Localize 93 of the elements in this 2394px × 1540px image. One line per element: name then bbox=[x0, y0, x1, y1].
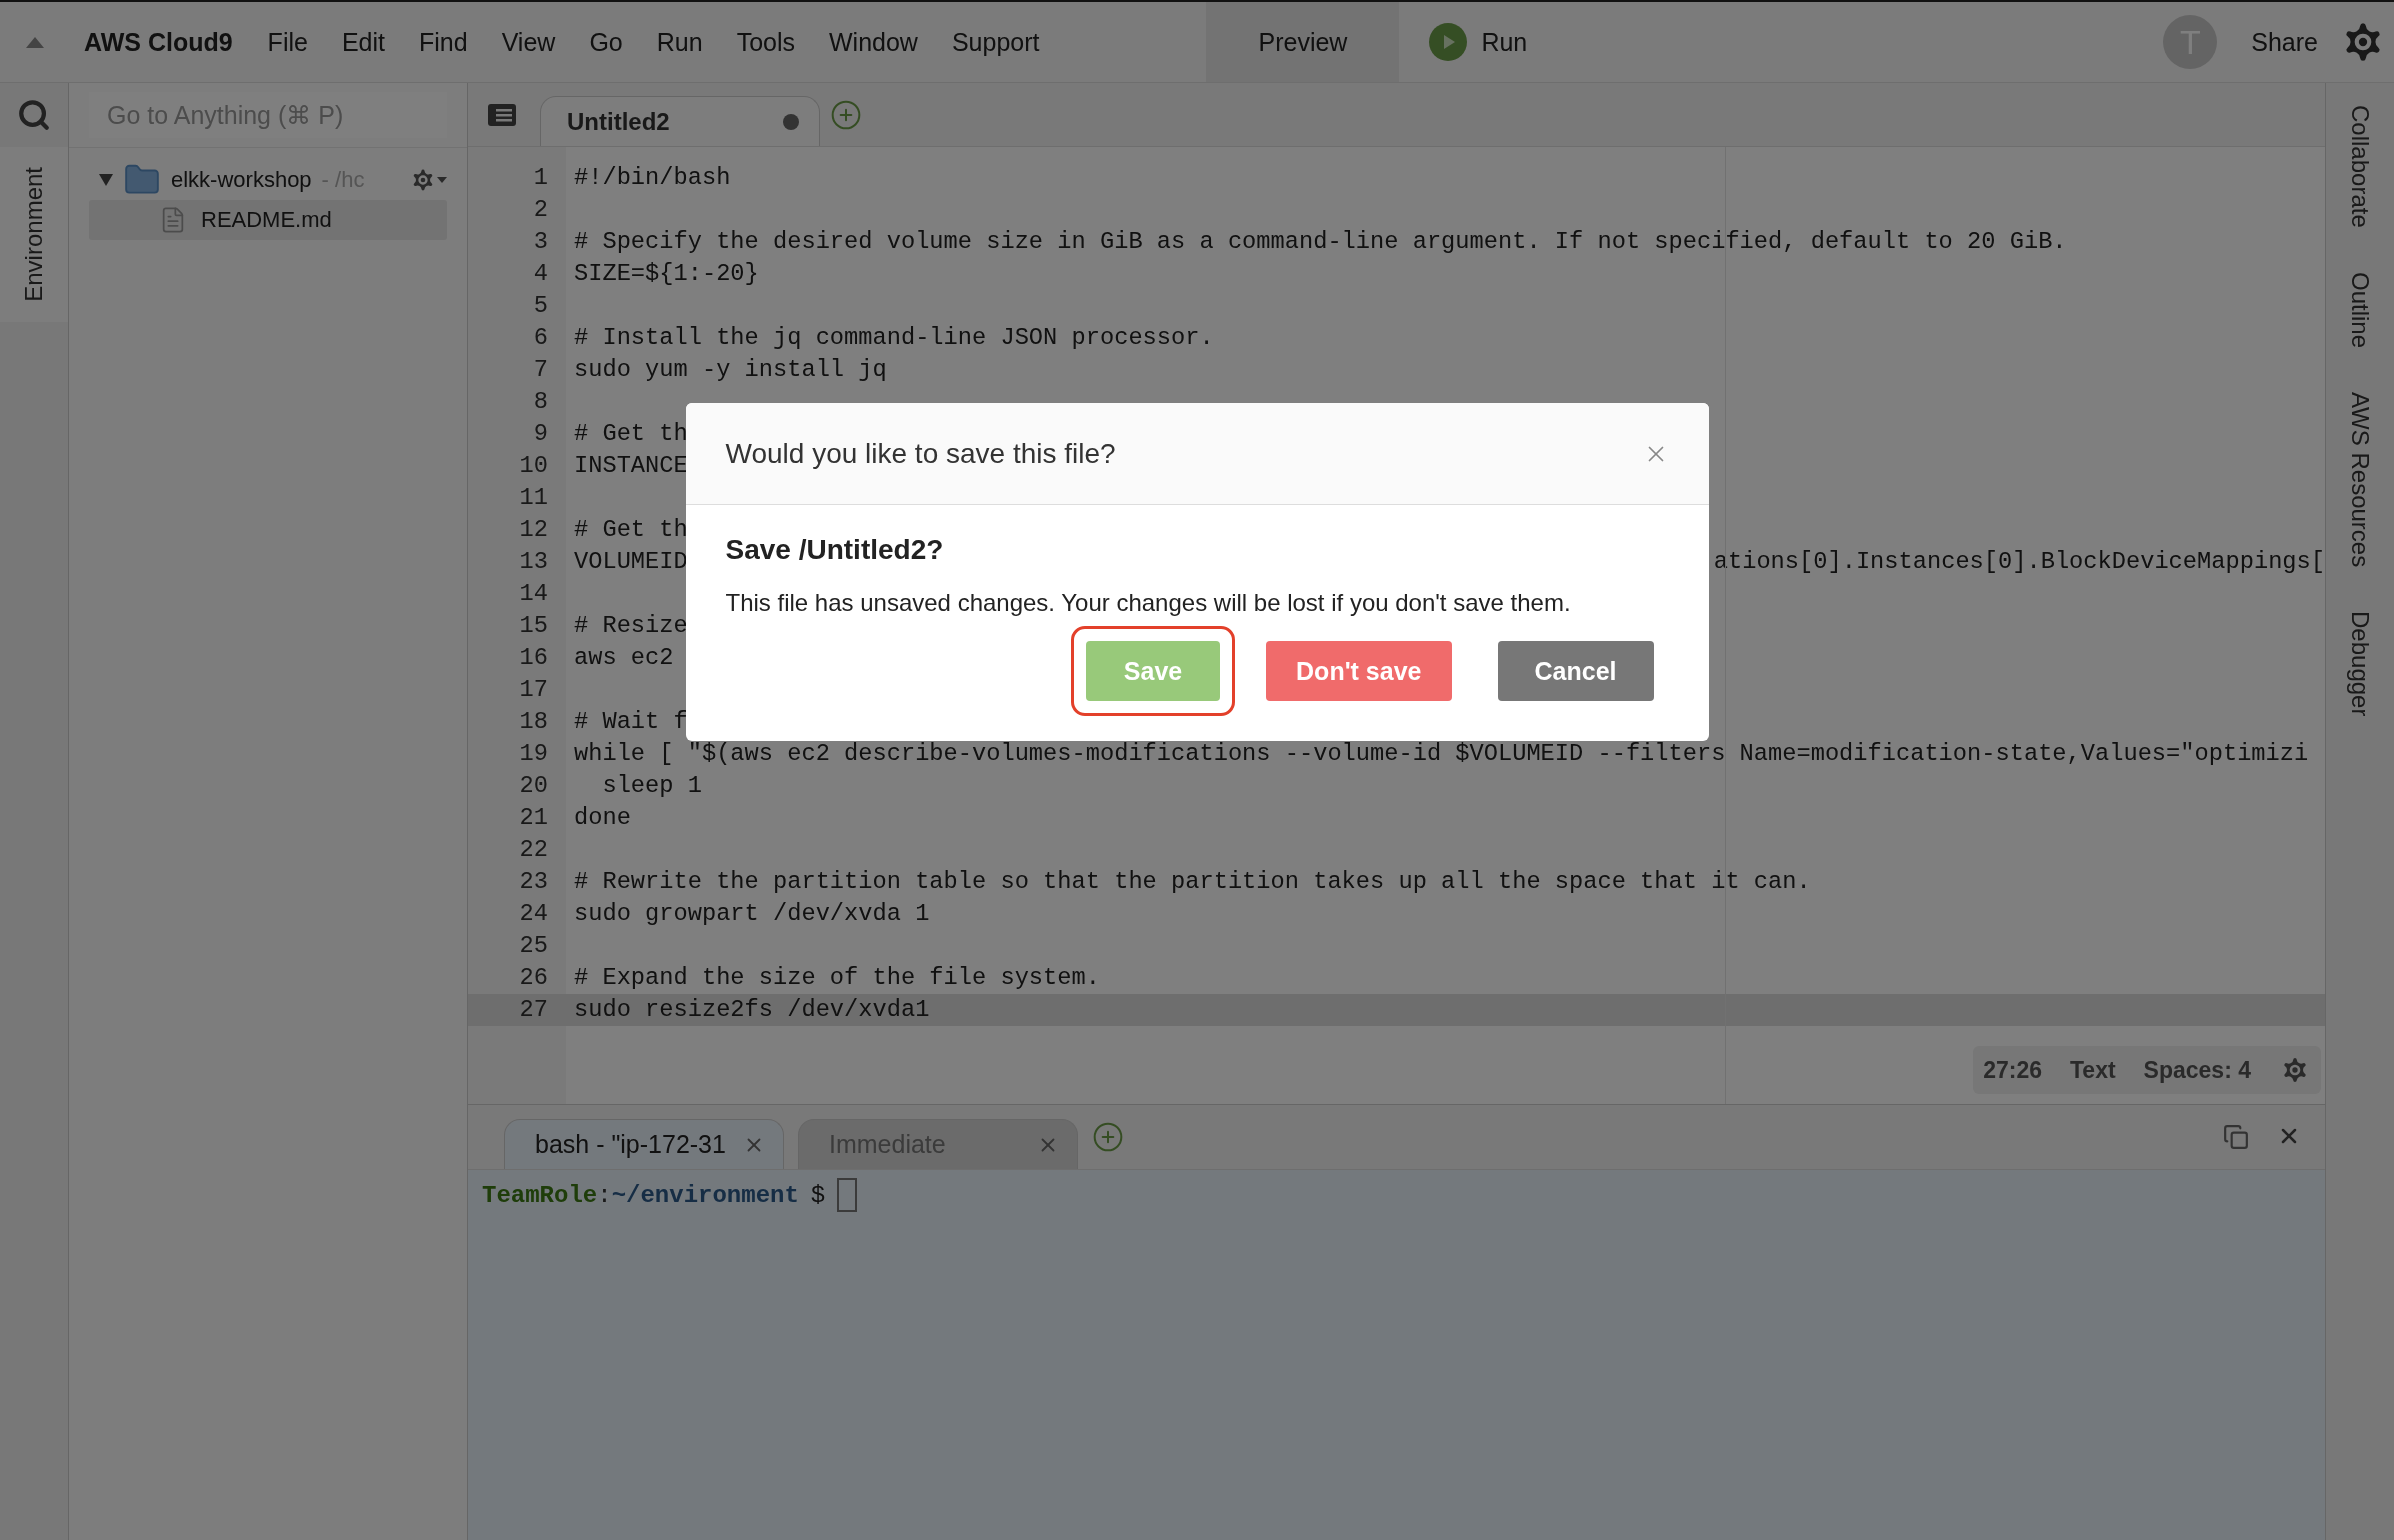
code-line: INSTANCE bbox=[574, 451, 688, 481]
line-number: 26 bbox=[518, 963, 549, 993]
line-number: 13 bbox=[518, 547, 549, 577]
menu-item[interactable]: Edit bbox=[324, 2, 402, 82]
editor-tab[interactable]: Untitled2 bbox=[540, 96, 820, 146]
menu-item[interactable]: Find bbox=[402, 2, 485, 82]
dialog-message: This file has unsaved changes. Your changes will be lost if you don't save them. bbox=[725, 589, 1572, 617]
line-number: 27 bbox=[468, 994, 566, 1026]
code-line: sudo resize2fs /dev/xvda1 bbox=[574, 995, 930, 1025]
folder-name: elkk-workshop bbox=[171, 167, 312, 193]
panel-tab[interactable]: AWS Resources bbox=[2346, 391, 2374, 567]
line-number: 19 bbox=[518, 739, 549, 769]
play-icon bbox=[1429, 23, 1468, 61]
new-terminal-button[interactable] bbox=[1092, 1121, 1124, 1153]
code-line: # Expand the size of the file system. bbox=[574, 963, 1100, 993]
code-line: while [ "$(aws ec2 describe-volumes-modifications --volume-id $VOLUMEID --filters Name=modification-state,Values="optimizi bbox=[574, 739, 2309, 769]
dialog-button[interactable]: Don't save bbox=[1266, 641, 1452, 701]
line-number: 6 bbox=[532, 323, 549, 353]
search-icon bbox=[17, 98, 51, 132]
menu-item[interactable]: View bbox=[484, 2, 573, 82]
terminal-tab[interactable]: bash - "ip-172-31 bbox=[504, 1119, 784, 1169]
line-number: 24 bbox=[518, 899, 549, 929]
line-number: 9 bbox=[532, 419, 549, 449]
line-number: 1 bbox=[532, 163, 549, 193]
code-line: ations[0].Instances[0].BlockDeviceMappings[ bbox=[1713, 547, 2325, 577]
code-line: #!/bin/bash bbox=[574, 163, 731, 193]
menu-item[interactable]: Support bbox=[934, 2, 1057, 82]
code-line: # Get th bbox=[574, 419, 688, 449]
panel-tab[interactable]: Debugger bbox=[2346, 610, 2374, 717]
code-line: aws ec2 bbox=[574, 643, 674, 673]
share-button[interactable]: Share bbox=[2237, 2, 2332, 82]
menu-item[interactable]: Tools bbox=[719, 2, 812, 82]
run-button[interactable]: Run bbox=[1399, 2, 1558, 82]
code-line: # Resize bbox=[574, 611, 688, 641]
line-number: 11 bbox=[518, 483, 549, 513]
terminal-cursor bbox=[837, 1178, 858, 1212]
line-number: 17 bbox=[518, 675, 549, 705]
code-line: sudo growpart /dev/xvda 1 bbox=[574, 899, 930, 929]
terminal-user: TeamRole bbox=[482, 1181, 598, 1209]
triangle-up-icon bbox=[26, 36, 44, 48]
line-number: 7 bbox=[532, 355, 549, 385]
panel-tab[interactable]: Collaborate bbox=[2346, 105, 2374, 228]
menu-item[interactable]: File bbox=[250, 2, 325, 82]
restore-icon[interactable] bbox=[2223, 1124, 2249, 1150]
menu-item[interactable]: Window bbox=[812, 2, 935, 82]
line-number: 4 bbox=[532, 259, 549, 289]
line-number: 16 bbox=[518, 643, 549, 673]
code-line: done bbox=[574, 803, 631, 833]
plus-icon bbox=[1092, 1121, 1124, 1153]
cursor-position[interactable]: 27:26 bbox=[1983, 1056, 2042, 1084]
line-number: 22 bbox=[518, 835, 549, 865]
code-line: # Rewrite the partition table so that the partition takes up all the space that it can. bbox=[574, 867, 1811, 897]
preview-button[interactable]: Preview bbox=[1206, 2, 1400, 82]
line-number: 20 bbox=[518, 771, 549, 801]
dialog-title: Would you like to save this file? bbox=[725, 437, 1116, 470]
code-line: # Wait f bbox=[574, 707, 688, 737]
line-number: 25 bbox=[518, 931, 549, 961]
line-number: 14 bbox=[518, 579, 549, 609]
tree-file[interactable]: README.md bbox=[89, 200, 447, 240]
expand-caret-icon[interactable] bbox=[99, 174, 113, 186]
code-line: # Get th bbox=[574, 515, 688, 545]
code-line: # Specify the desired volume size in GiB as a command-line argument. If not specified, default to 20 GiB. bbox=[574, 227, 2067, 257]
line-number: 10 bbox=[518, 451, 549, 481]
line-number: 23 bbox=[518, 867, 549, 897]
tab-list-icon[interactable] bbox=[488, 103, 516, 126]
line-number: 8 bbox=[532, 387, 549, 417]
new-tab-button[interactable] bbox=[830, 98, 862, 131]
code-line: SIZE=${1:-20} bbox=[574, 259, 759, 289]
line-number: 15 bbox=[518, 611, 549, 641]
panel-tab[interactable]: Outline bbox=[2346, 271, 2374, 348]
line-number: 5 bbox=[532, 291, 549, 321]
terminal-path: ~/environment bbox=[611, 1181, 799, 1209]
line-number: 12 bbox=[518, 515, 549, 545]
line-number: 3 bbox=[532, 227, 549, 257]
terminal-separator: : bbox=[597, 1181, 612, 1209]
terminal-panel[interactable]: TeamRole:~/environment $ bbox=[468, 1170, 2325, 1540]
menu-item[interactable]: Run bbox=[639, 2, 720, 82]
environment-tab[interactable]: Environment bbox=[0, 147, 68, 322]
code-line: sleep 1 bbox=[601, 771, 702, 801]
menu-item[interactable]: Go bbox=[572, 2, 640, 82]
dialog-heading: Save /Untitled2? bbox=[725, 534, 945, 566]
code-line: sudo yum -y install jq bbox=[574, 355, 887, 385]
language-mode[interactable]: Text bbox=[2070, 1056, 2116, 1084]
plus-icon bbox=[830, 98, 862, 131]
line-number: 18 bbox=[518, 707, 549, 737]
line-number: 2 bbox=[532, 195, 549, 225]
code-line: VOLUMEID bbox=[574, 547, 688, 577]
app-title: AWS Cloud9 bbox=[83, 26, 234, 58]
terminal-prompt: $ bbox=[810, 1181, 826, 1209]
line-number: 21 bbox=[518, 803, 549, 833]
indent-setting[interactable]: Spaces: 4 bbox=[2143, 1056, 2251, 1084]
dialog-button[interactable]: Cancel bbox=[1497, 641, 1654, 701]
code-line: # Install the jq command-line JSON processor. bbox=[574, 323, 1214, 353]
